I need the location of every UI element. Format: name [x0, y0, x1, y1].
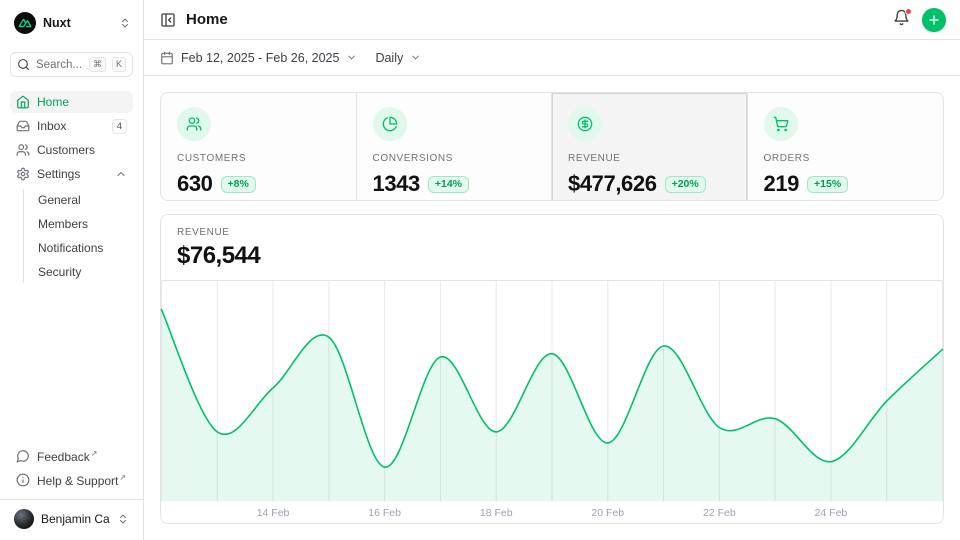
x-tick-label: 24 Feb [815, 507, 848, 519]
kbd-k: K [112, 57, 126, 72]
user-menu[interactable]: Benjamin Canac [10, 506, 133, 532]
external-link-icon: ↗ [91, 449, 98, 458]
chart-value: $76,544 [177, 242, 927, 270]
chart-header: REVENUE $76,544 [161, 215, 943, 280]
page-title: Home [186, 11, 228, 28]
sidebar-item-customers[interactable]: Customers [10, 139, 133, 161]
x-axis: 14 Feb 16 Feb 18 Feb 20 Feb 22 Feb 24 Feb [161, 502, 943, 523]
sidebar-item-inbox[interactable]: Inbox 4 [10, 115, 133, 137]
date-range-picker[interactable]: Feb 12, 2025 - Feb 26, 2025 [160, 51, 357, 65]
app-window: Nuxt Search... ⌘ K Home [0, 0, 960, 540]
chart-label: REVENUE [177, 227, 927, 238]
inbox-icon [16, 119, 30, 133]
period-select[interactable]: Daily [375, 51, 421, 65]
stat-card-orders[interactable]: ORDERS 219 +15% [748, 93, 944, 201]
add-button[interactable] [922, 8, 946, 32]
revenue-chart-plot[interactable] [161, 281, 943, 501]
gear-icon [16, 167, 30, 181]
stat-value: $477,626 [568, 171, 657, 197]
x-tick-label: 18 Feb [480, 507, 513, 519]
chevron-up-down-icon [119, 17, 131, 29]
plus-icon [927, 13, 941, 27]
sidebar-footer: Feedback↗ Help & Support↗ [10, 445, 133, 491]
help-support-link[interactable]: Help & Support↗ [10, 469, 133, 491]
x-tick-label: 16 Feb [368, 507, 401, 519]
stat-value: 1343 [373, 171, 420, 197]
circle-dollar-icon [568, 107, 602, 141]
delta-badge: +8% [221, 176, 256, 193]
inbox-count-badge: 4 [112, 119, 127, 134]
area-chart [161, 281, 943, 501]
x-tick-label: 20 Feb [591, 507, 624, 519]
notification-dot [905, 8, 912, 15]
users-icon [177, 107, 211, 141]
search-input[interactable]: Search... ⌘ K [10, 52, 133, 77]
sidebar-item-members[interactable]: Members [34, 213, 133, 235]
revenue-chart-card: REVENUE $76,544 14 Feb 16 Feb 18 Feb 20 Feb… [160, 214, 944, 524]
period-value: Daily [375, 51, 403, 65]
nuxt-logo-icon [14, 12, 36, 34]
stat-card-revenue[interactable]: REVENUE $477,626 +20% [552, 93, 748, 201]
search-placeholder: Search... [36, 59, 83, 71]
page-header: Home [144, 0, 960, 40]
stat-value: 219 [764, 171, 800, 197]
x-tick-label: 22 Feb [703, 507, 736, 519]
feedback-icon [16, 449, 30, 463]
chevron-down-icon [346, 52, 357, 63]
home-icon [16, 95, 30, 109]
kbd-cmd: ⌘ [89, 57, 106, 72]
dashboard-content: CUSTOMERS 630 +8% CONVERSIONS 1343 +14% [144, 76, 960, 540]
sidebar-item-notifications[interactable]: Notifications [34, 237, 133, 259]
chevron-up-icon [115, 168, 127, 180]
feedback-link[interactable]: Feedback↗ [10, 445, 133, 467]
stat-value: 630 [177, 171, 213, 197]
sidebar-nav: Home Inbox 4 Customers Settings [10, 91, 133, 285]
stat-card-customers[interactable]: CUSTOMERS 630 +8% [161, 93, 357, 201]
filter-toolbar: Feb 12, 2025 - Feb 26, 2025 Daily [144, 40, 960, 76]
chevron-down-icon [410, 52, 421, 63]
settings-subnav: General Members Notifications Security [23, 189, 133, 283]
workspace-name: Nuxt [43, 16, 112, 30]
notifications-button[interactable] [893, 9, 910, 31]
users-icon [16, 143, 30, 157]
user-name: Benjamin Canac [41, 512, 110, 526]
x-tick-label: 14 Feb [257, 507, 290, 519]
delta-badge: +15% [807, 176, 848, 193]
sidebar-item-general[interactable]: General [34, 189, 133, 211]
pie-chart-icon [373, 107, 407, 141]
stats-row: CUSTOMERS 630 +8% CONVERSIONS 1343 +14% [160, 92, 944, 201]
chevron-up-down-icon [117, 513, 129, 525]
delta-badge: +20% [665, 176, 706, 193]
sidebar-item-settings[interactable]: Settings [10, 163, 133, 185]
sidebar-item-home[interactable]: Home [10, 91, 133, 113]
stat-card-conversions[interactable]: CONVERSIONS 1343 +14% [357, 93, 553, 201]
date-range-value: Feb 12, 2025 - Feb 26, 2025 [181, 51, 339, 65]
divider [0, 499, 143, 500]
sidebar: Nuxt Search... ⌘ K Home [0, 0, 144, 540]
delta-badge: +14% [428, 176, 469, 193]
collapse-sidebar-button[interactable] [160, 12, 176, 28]
main-panel: Home Feb 12, 2025 - Feb 26, 2025 [144, 0, 960, 540]
info-icon [16, 473, 30, 487]
workspace-switcher[interactable]: Nuxt [10, 8, 133, 38]
external-link-icon: ↗ [119, 473, 126, 482]
avatar [14, 509, 34, 529]
calendar-icon [160, 51, 174, 65]
sidebar-item-security[interactable]: Security [34, 261, 133, 283]
search-icon [17, 58, 30, 71]
cart-icon [764, 107, 798, 141]
